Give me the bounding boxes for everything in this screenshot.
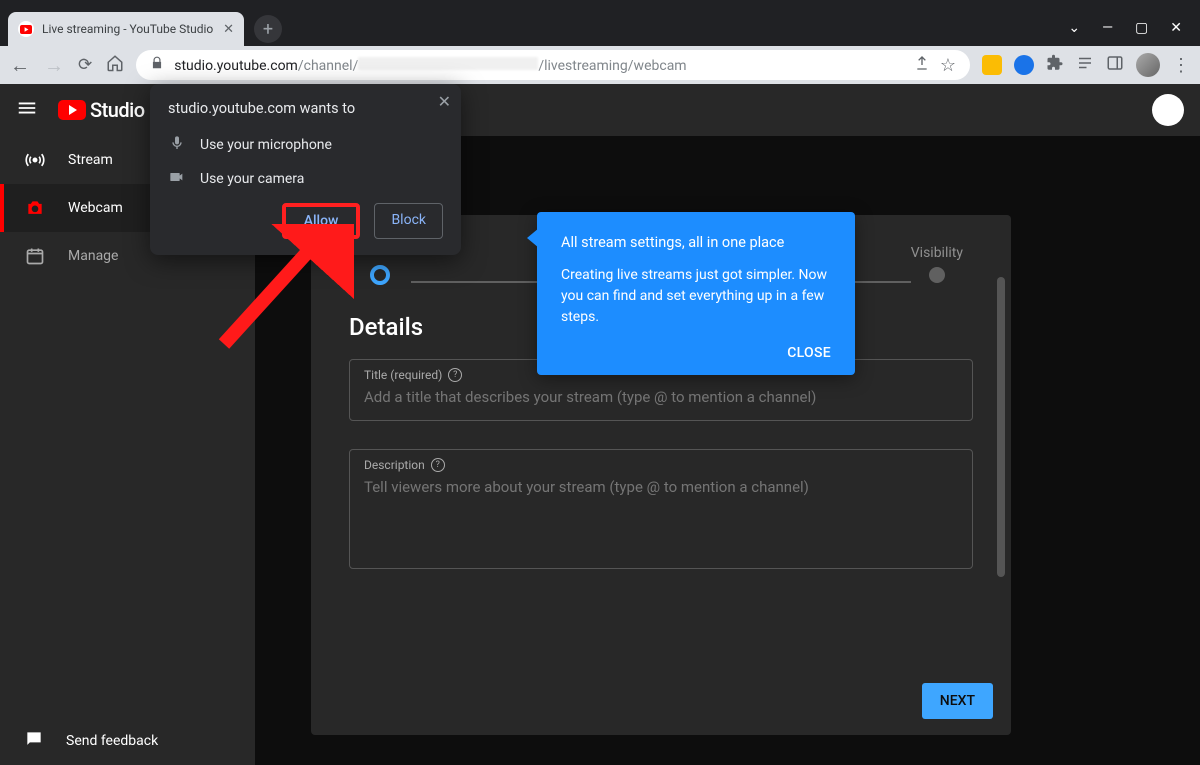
permission-origin: studio.youtube.com wants to <box>168 100 443 117</box>
help-icon[interactable]: ? <box>448 368 462 382</box>
description-field[interactable]: Description ? <box>349 449 973 569</box>
account-avatar[interactable] <box>1152 94 1184 126</box>
kebab-menu-icon[interactable]: ⋮ <box>1172 55 1190 76</box>
browser-tab[interactable]: Live streaming - YouTube Studio ✕ <box>8 12 244 46</box>
back-icon[interactable]: ← <box>10 53 30 78</box>
title-label: Title (required) <box>364 368 442 382</box>
step-dot-icon <box>929 267 945 283</box>
chevron-down-icon[interactable]: ⌄ <box>1068 20 1080 36</box>
extension-icon-1[interactable] <box>982 55 1002 75</box>
studio-logo-text: Studio <box>90 98 145 122</box>
extension-icon-2[interactable] <box>1014 55 1034 75</box>
video-camera-icon <box>168 169 186 189</box>
forward-icon: → <box>44 53 64 78</box>
sidebar-label-webcam: Webcam <box>68 200 123 216</box>
feedback-label: Send feedback <box>66 733 158 749</box>
lock-icon <box>150 56 164 74</box>
youtube-favicon <box>18 21 34 37</box>
antenna-icon <box>24 150 46 170</box>
step-dot-icon <box>370 265 390 285</box>
permission-prompt: ✕ studio.youtube.com wants to Use your m… <box>150 84 461 255</box>
block-button[interactable]: Block <box>374 203 443 239</box>
tooltip-title: All stream settings, all in one place <box>561 234 831 251</box>
step-visibility[interactable]: Visibility <box>911 245 963 283</box>
next-button[interactable]: NEXT <box>922 683 993 719</box>
scrollbar[interactable] <box>997 277 1005 577</box>
sidebar-label-stream: Stream <box>68 152 113 168</box>
extensions-icon[interactable] <box>1046 54 1064 76</box>
tab-title: Live streaming - YouTube Studio <box>42 22 215 36</box>
reload-icon[interactable]: ⟳ <box>78 55 92 75</box>
help-icon[interactable]: ? <box>431 458 445 472</box>
hamburger-icon[interactable] <box>16 97 40 123</box>
minimize-icon[interactable]: — <box>1102 20 1113 36</box>
new-tab-button[interactable]: + <box>254 15 282 43</box>
profile-avatar[interactable] <box>1136 53 1160 77</box>
microphone-icon <box>168 135 186 155</box>
tooltip-close-button[interactable]: CLOSE <box>787 345 831 361</box>
tooltip-body: Creating live streams just got simpler. … <box>561 265 831 328</box>
bookmark-icon[interactable]: ☆ <box>940 55 956 76</box>
close-window-icon[interactable]: ✕ <box>1170 20 1182 36</box>
description-label: Description <box>364 458 425 472</box>
home-icon[interactable] <box>106 54 124 76</box>
permission-microphone: Use your microphone <box>168 135 443 155</box>
calendar-icon <box>24 246 46 266</box>
close-icon[interactable]: ✕ <box>438 92 451 111</box>
permission-camera: Use your camera <box>168 169 443 189</box>
share-icon[interactable] <box>914 55 930 75</box>
toolbar-extensions: ⋮ <box>982 53 1190 77</box>
youtube-icon <box>58 100 86 120</box>
sidebar-label-manage: Manage <box>68 248 118 264</box>
maximize-icon[interactable]: ▢ <box>1135 20 1148 36</box>
address-bar[interactable]: studio.youtube.com/channel//livestreamin… <box>136 50 970 80</box>
allow-button[interactable]: Allow <box>282 203 361 239</box>
feedback-icon <box>24 729 44 753</box>
onboarding-tooltip: All stream settings, all in one place Cr… <box>537 212 855 375</box>
nav-buttons: ← → ⟳ <box>10 53 124 78</box>
title-input[interactable] <box>364 388 958 406</box>
description-input[interactable] <box>364 478 958 496</box>
browser-toolbar: ← → ⟳ studio.youtube.com/channel//livest… <box>0 46 1200 84</box>
camera-icon <box>24 198 46 218</box>
url-text: studio.youtube.com/channel//livestreamin… <box>174 57 686 74</box>
tab-close-icon[interactable]: ✕ <box>223 22 234 37</box>
window-controls: ⌄ — ▢ ✕ <box>1068 10 1200 46</box>
send-feedback[interactable]: Send feedback <box>0 717 255 765</box>
studio-logo[interactable]: Studio <box>58 98 145 122</box>
browser-titlebar: Live streaming - YouTube Studio ✕ + ⌄ — … <box>0 0 1200 46</box>
reading-list-icon[interactable] <box>1076 54 1094 76</box>
side-panel-icon[interactable] <box>1106 54 1124 76</box>
